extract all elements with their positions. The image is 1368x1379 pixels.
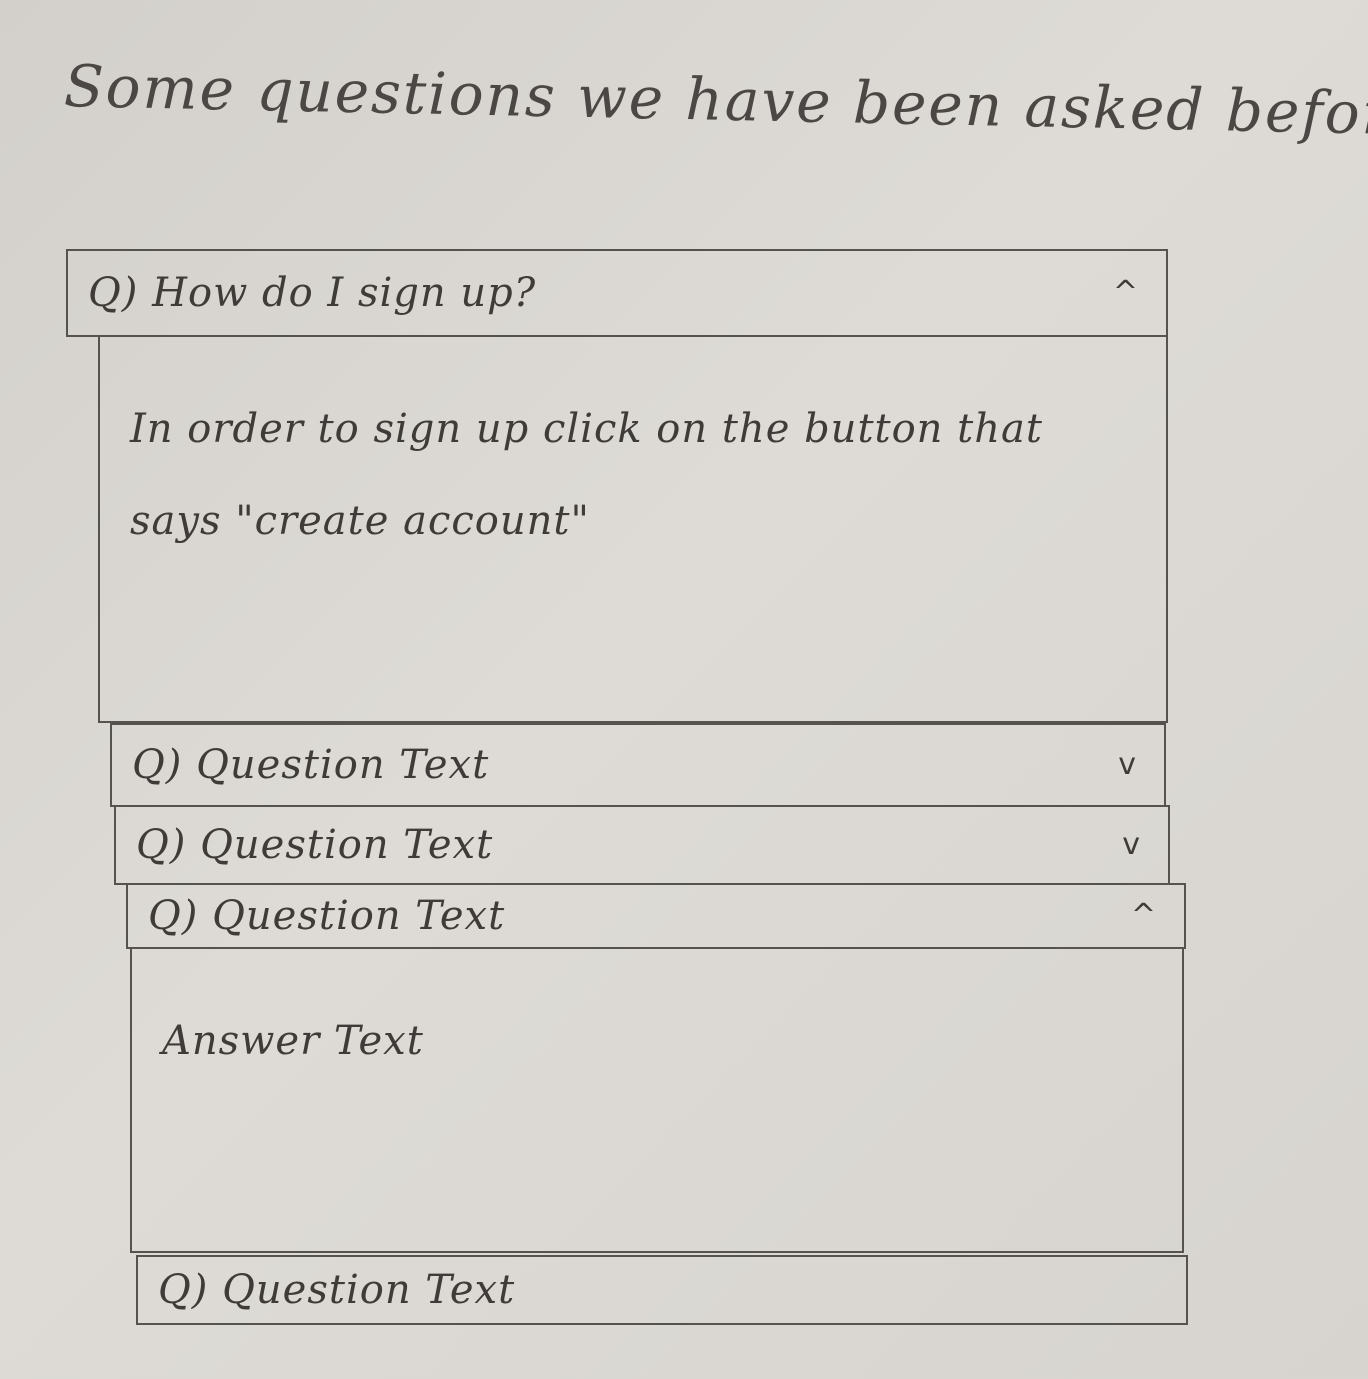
faq-question-5-text: Q) Question Text — [158, 1267, 516, 1313]
chevron-up-icon[interactable]: ^ — [1113, 278, 1138, 308]
faq-answer-4: Answer Text — [130, 947, 1184, 1253]
faq-question-5[interactable]: Q) Question Text — [136, 1255, 1188, 1325]
faq-question-1[interactable]: Q) How do I sign up? ^ — [66, 249, 1168, 337]
faq-answer-1-text: In order to sign up click on the button … — [130, 406, 1043, 544]
faq-question-3[interactable]: Q) Question Text v — [114, 805, 1170, 885]
faq-answer-1: In order to sign up click on the button … — [98, 335, 1168, 723]
chevron-down-icon[interactable]: v — [1122, 830, 1140, 860]
chevron-down-icon[interactable]: v — [1118, 750, 1136, 780]
page-title: Some questions we have been asked before — [63, 52, 1368, 149]
faq-question-4[interactable]: Q) Question Text ^ — [126, 883, 1186, 949]
faq-accordion: Q) How do I sign up? ^ In order to sign … — [60, 243, 1190, 1333]
faq-question-2-text: Q) Question Text — [132, 742, 490, 788]
faq-question-3-text: Q) Question Text — [136, 822, 494, 868]
faq-question-4-text: Q) Question Text — [148, 893, 506, 939]
chevron-up-icon[interactable]: ^ — [1131, 901, 1156, 931]
faq-question-1-text: Q) How do I sign up? — [88, 270, 537, 316]
faq-answer-4-text: Answer Text — [162, 1018, 424, 1064]
faq-question-2[interactable]: Q) Question Text v — [110, 723, 1166, 807]
